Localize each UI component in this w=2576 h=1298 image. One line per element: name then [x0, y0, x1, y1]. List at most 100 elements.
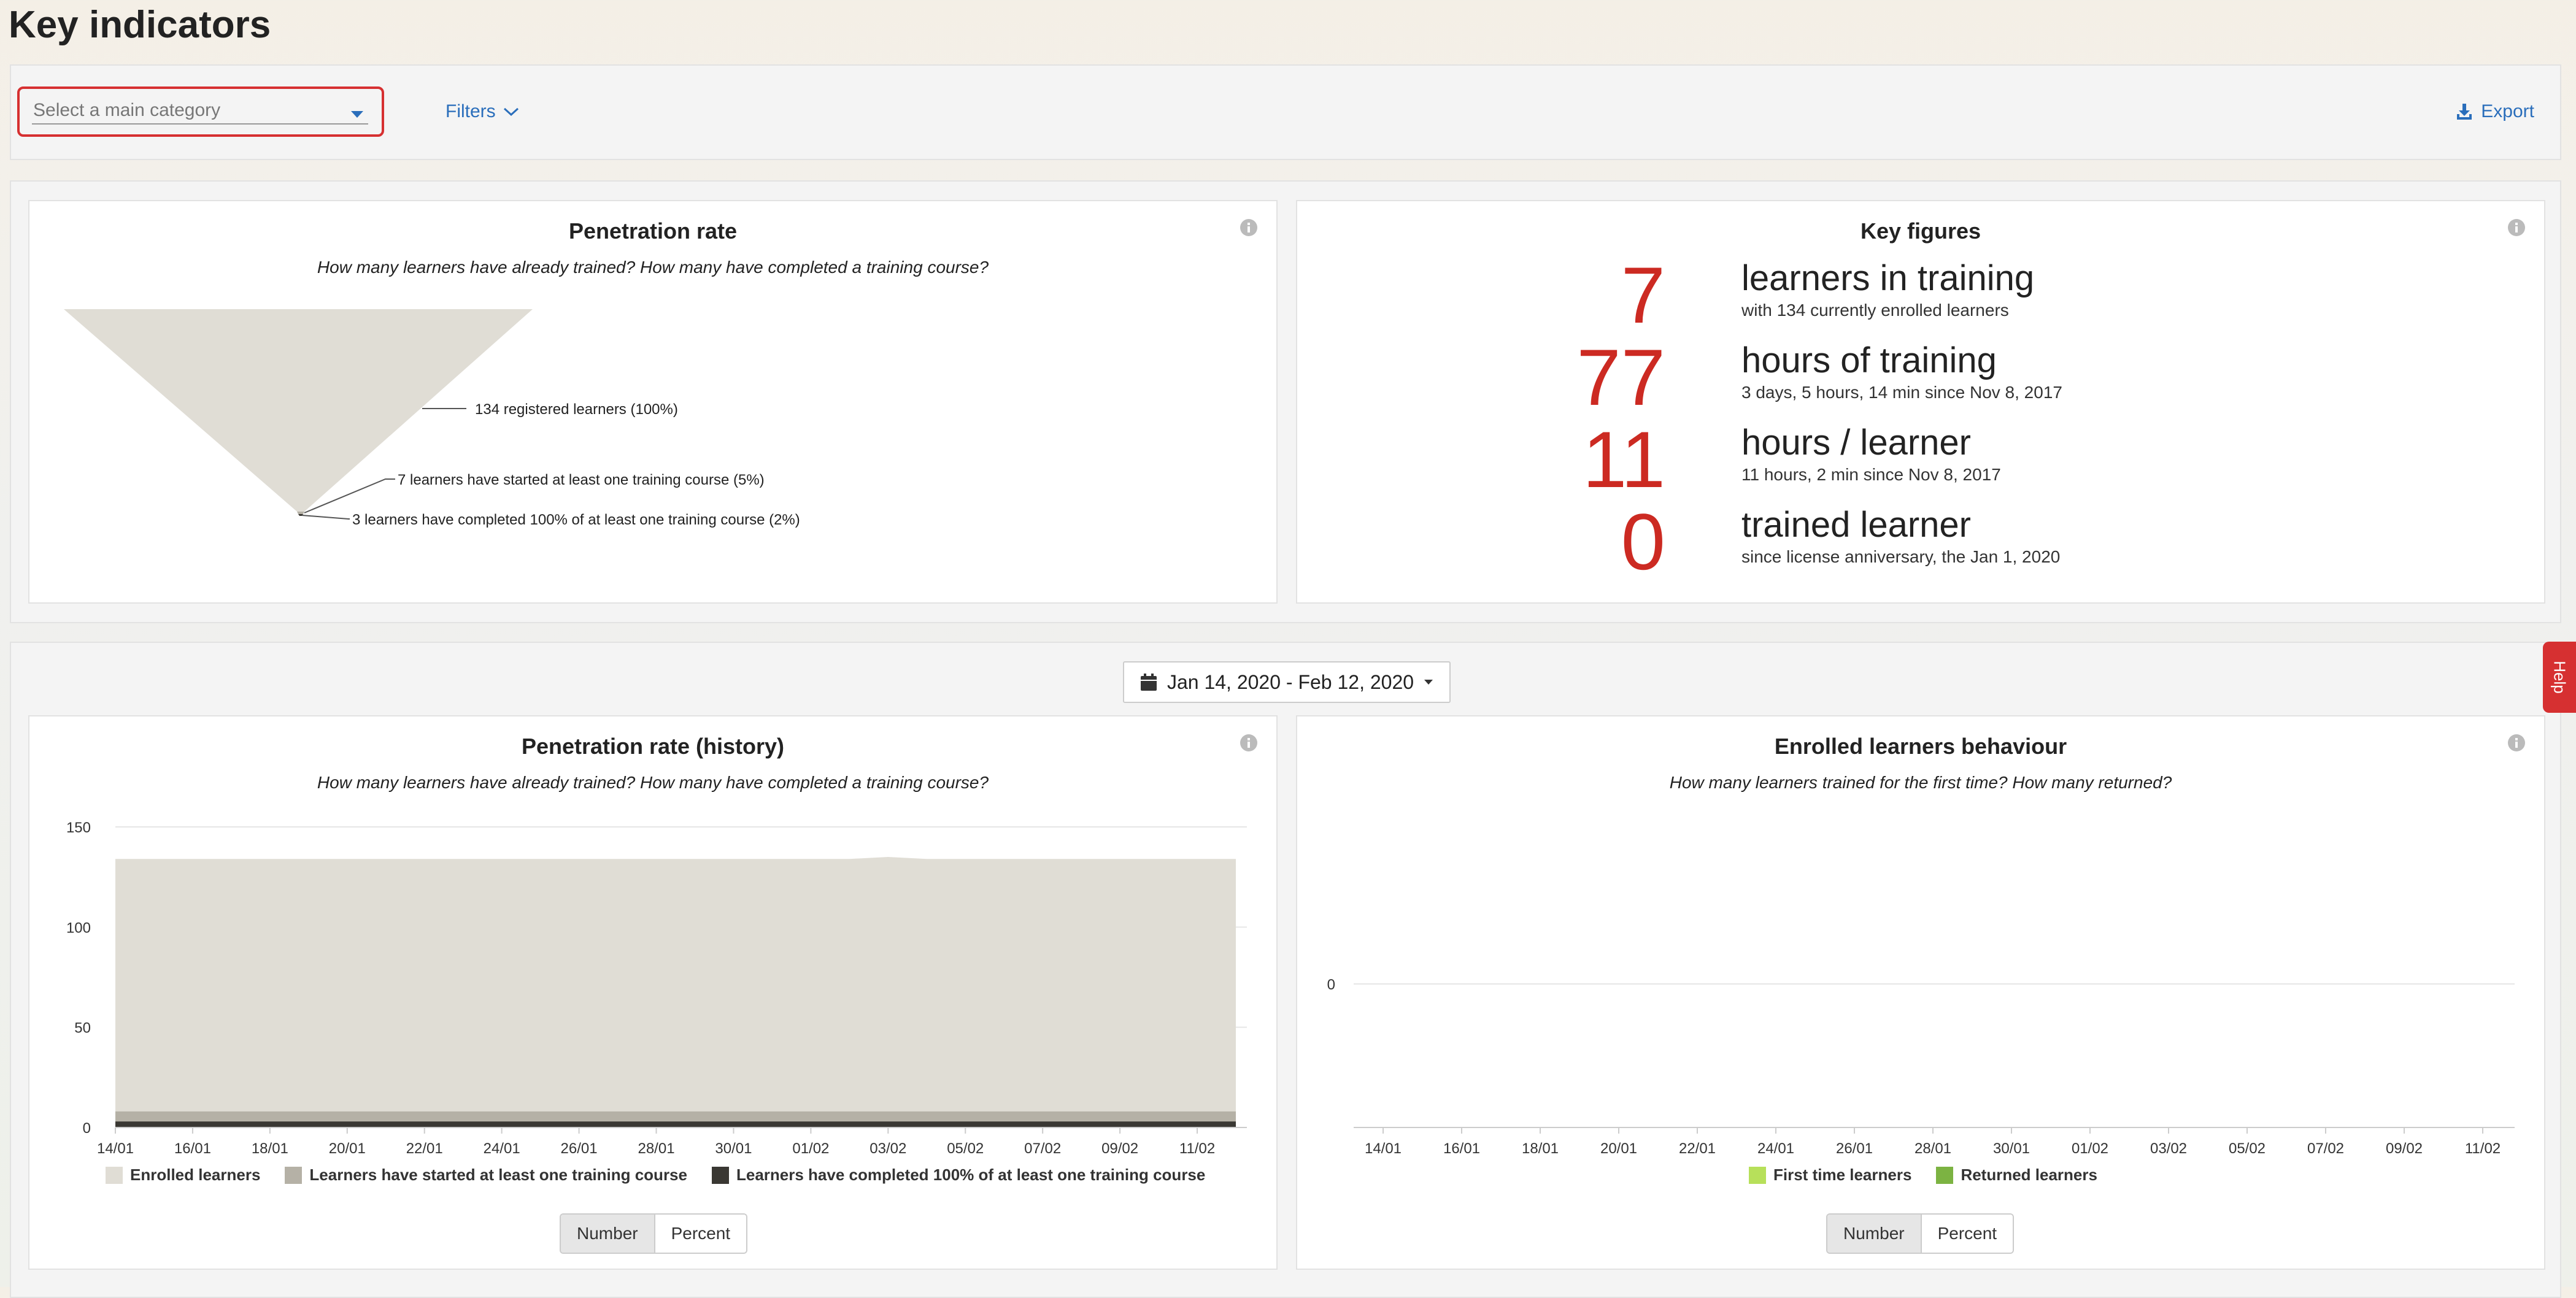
- help-tab[interactable]: Help: [2543, 642, 2576, 713]
- x-tick-label: 14/01: [97, 1140, 134, 1157]
- help-label: Help: [2550, 661, 2569, 694]
- info-icon[interactable]: [2507, 218, 2526, 237]
- date-range-picker[interactable]: Jan 14, 2020 - Feb 12, 2020: [1123, 661, 1451, 703]
- chevron-down-icon: [503, 107, 519, 117]
- x-tick-label: 07/02: [2307, 1140, 2344, 1157]
- panel-title: Penetration rate: [568, 218, 738, 244]
- page-title: Key indicators: [9, 4, 271, 46]
- panel-subtitle: How many learners have already trained? …: [317, 773, 989, 792]
- y-tick-label: 0: [1327, 977, 1335, 993]
- percent-toggle-button[interactable]: Percent: [1920, 1215, 2013, 1253]
- funnel-chart: 134 registered learners (100%) 7 learner…: [64, 309, 800, 528]
- learner-behaviour-panel: Enrolled learners behaviour How many lea…: [1296, 715, 2545, 1270]
- info-icon[interactable]: [1240, 734, 1258, 752]
- y-tick-label: 150: [66, 820, 91, 836]
- percent-toggle-button[interactable]: Percent: [654, 1215, 747, 1253]
- key-figure-number: 77: [1576, 332, 1665, 422]
- x-tick-label: 20/01: [329, 1140, 366, 1157]
- x-tick-label: 26/01: [561, 1140, 598, 1157]
- x-tick-label: 28/01: [638, 1140, 674, 1157]
- penetration-rate-panel: Penetration rate How many learners have …: [28, 200, 1278, 604]
- key-figures-panel: Key figures 7 learners in training with …: [1296, 200, 2545, 604]
- legend-item[interactable]: First time learners: [1749, 1166, 1911, 1185]
- x-tick-label: 22/01: [406, 1140, 443, 1157]
- number-percent-toggle: Number Percent: [560, 1213, 748, 1254]
- legend-swatch: [1749, 1166, 1766, 1184]
- key-figure-number: 11: [1583, 415, 1665, 504]
- main-category-select[interactable]: Select a main category: [17, 86, 384, 137]
- funnel-label: 134 registered learners (100%): [475, 401, 678, 418]
- export-button[interactable]: Export: [2455, 101, 2534, 122]
- x-tick-label: 09/02: [1101, 1140, 1138, 1157]
- chart-legend: First time learners Returned learners: [1749, 1166, 2097, 1185]
- key-figure-hours-per-learner: 11 hours / learner 11 hours, 2 min since…: [1297, 420, 2544, 499]
- x-tick-label: 22/01: [1679, 1140, 1716, 1157]
- panel-title: Key figures: [1860, 218, 1981, 244]
- key-figure-detail: since license anniversary, the Jan 1, 20…: [1741, 547, 2061, 566]
- x-tick-label: 03/02: [2150, 1140, 2187, 1157]
- legend-swatch: [1936, 1166, 1954, 1184]
- legend-item[interactable]: Learners have started at least one train…: [285, 1166, 687, 1185]
- filters-label: Filters: [445, 101, 496, 121]
- x-tick-label: 09/02: [2386, 1140, 2423, 1157]
- key-figure-learners: 7 learners in training with 134 currentl…: [1297, 255, 2544, 335]
- info-icon[interactable]: [1240, 218, 1258, 237]
- x-tick-label: 30/01: [1993, 1140, 2030, 1157]
- x-tick-label: 11/02: [1179, 1140, 1215, 1157]
- x-tick-label: 18/01: [252, 1140, 288, 1157]
- x-tick-label: 18/01: [1522, 1140, 1559, 1157]
- key-figure-detail: with 134 currently enrolled learners: [1741, 301, 2009, 320]
- key-figure-label: hours of training: [1741, 340, 1997, 380]
- x-tick-label: 16/01: [1443, 1140, 1480, 1157]
- export-label: Export: [2481, 101, 2534, 121]
- number-toggle-button[interactable]: Number: [1827, 1215, 1921, 1253]
- y-tick-label: 100: [66, 920, 91, 936]
- legend-label: First time learners: [1773, 1166, 1912, 1184]
- key-figure-trained: 0 trained learner since license annivers…: [1297, 502, 2544, 582]
- info-icon[interactable]: [2507, 734, 2526, 752]
- calendar-icon: [1140, 674, 1157, 691]
- number-percent-toggle: Number Percent: [1826, 1213, 2015, 1254]
- key-figure-number: 7: [1621, 250, 1665, 340]
- x-tick-label: 03/02: [870, 1140, 906, 1157]
- main-category-placeholder: Select a main category: [33, 100, 221, 120]
- penetration-history-panel: Penetration rate (history) How many lear…: [28, 715, 1278, 1270]
- date-range-label: Jan 14, 2020 - Feb 12, 2020: [1167, 670, 1414, 693]
- select-underline: [32, 123, 368, 125]
- key-figure-label: hours / learner: [1741, 423, 1971, 463]
- legend-swatch: [106, 1166, 123, 1184]
- legend-swatch: [285, 1166, 303, 1184]
- number-toggle-button[interactable]: Number: [561, 1215, 654, 1253]
- key-figure-label: learners in training: [1741, 258, 2035, 298]
- legend-label: Enrolled learners: [130, 1166, 261, 1184]
- x-tick-label: 24/01: [484, 1140, 520, 1157]
- key-figure-hours: 77 hours of training 3 days, 5 hours, 14…: [1297, 337, 2544, 417]
- panel-subtitle: How many learners have already trained? …: [317, 258, 989, 277]
- funnel-label: 7 learners have started at least one tra…: [398, 472, 765, 488]
- x-tick-label: 11/02: [2465, 1140, 2501, 1157]
- legend-item[interactable]: Learners have completed 100% of at least…: [711, 1166, 1205, 1185]
- x-tick-label: 05/02: [2229, 1140, 2266, 1157]
- download-icon: [2457, 104, 2472, 120]
- x-tick-label: 30/01: [715, 1140, 752, 1157]
- caret-down-icon: [351, 111, 363, 118]
- legend-item[interactable]: Enrolled learners: [106, 1166, 260, 1185]
- x-tick-label: 20/01: [1600, 1140, 1637, 1157]
- x-tick-label: 01/02: [2072, 1140, 2108, 1157]
- funnel-leader-line: [301, 515, 350, 520]
- x-tick-label: 24/01: [1757, 1140, 1794, 1157]
- x-tick-label: 16/01: [174, 1140, 211, 1157]
- key-figure-detail: 11 hours, 2 min since Nov 8, 2017: [1741, 465, 2001, 484]
- chart-legend: Enrolled learners Learners have started …: [106, 1166, 1205, 1185]
- area-completed[interactable]: [115, 1121, 1236, 1127]
- filters-button[interactable]: Filters: [445, 101, 519, 122]
- y-tick-label: 50: [74, 1020, 91, 1037]
- x-tick-label: 05/02: [947, 1140, 984, 1157]
- x-tick-label: 01/02: [792, 1140, 829, 1157]
- legend-item[interactable]: Returned learners: [1936, 1166, 2097, 1185]
- y-tick-label: 0: [83, 1120, 91, 1137]
- panel-subtitle: How many learners trained for the first …: [1669, 773, 2172, 792]
- funnel-label: 3 learners have completed 100% of at lea…: [352, 512, 800, 528]
- area-enrolled[interactable]: [115, 857, 1236, 1127]
- caret-down-icon: [1424, 680, 1433, 685]
